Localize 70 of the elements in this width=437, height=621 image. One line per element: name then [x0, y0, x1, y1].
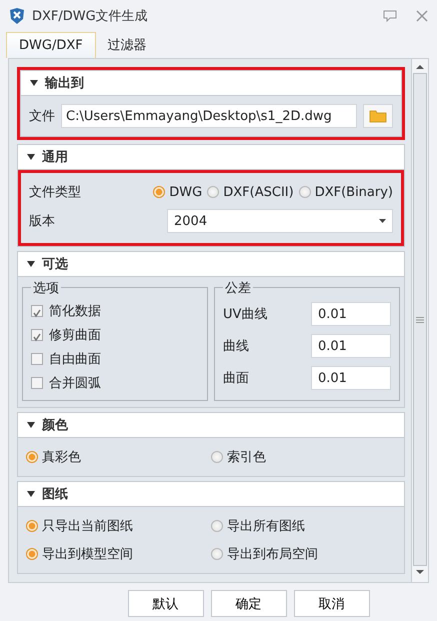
radio-button[interactable]: [26, 451, 38, 463]
tab[interactable]: 过滤器: [96, 32, 159, 58]
group-title: 公差: [223, 279, 253, 297]
tolerance-field[interactable]: 0.01: [311, 334, 391, 358]
section-header[interactable]: 输出到: [21, 71, 401, 96]
checkbox[interactable]: [31, 329, 43, 341]
dialog-button[interactable]: 取消: [294, 590, 370, 617]
window-title: DXF/DWG文件生成: [32, 8, 149, 25]
radio-label: 真彩色: [42, 449, 81, 466]
section-title: 图纸: [42, 486, 68, 503]
expand-icon[interactable]: [26, 489, 36, 499]
radio-label: DXF(ASCII): [223, 184, 294, 200]
close-icon[interactable]: [415, 9, 429, 23]
scroll-up-icon[interactable]: [415, 63, 425, 71]
folder-icon: [369, 109, 387, 123]
checkbox-label: 修剪曲面: [49, 327, 101, 344]
dialog-button[interactable]: 默认: [128, 590, 204, 617]
app-icon: [8, 7, 26, 25]
checkbox[interactable]: [31, 305, 43, 317]
grip-icon: [416, 316, 424, 322]
radio-label: 导出所有图纸: [227, 518, 305, 535]
dialog-button[interactable]: 确定: [210, 590, 286, 617]
scrollbar-thumb[interactable]: [413, 73, 427, 566]
radio-label: DXF(Binary): [314, 184, 393, 200]
browse-button[interactable]: [363, 104, 393, 128]
checkbox[interactable]: [31, 353, 43, 365]
file-path-field[interactable]: C:\Users\Emmayang\Desktop\s1_2D.dwg: [61, 104, 357, 128]
checkbox-label: 简化数据: [49, 303, 101, 320]
field-label: 文件类型: [29, 184, 81, 201]
radio-button[interactable]: [26, 520, 38, 532]
expand-icon[interactable]: [29, 78, 39, 88]
group-title: 选项: [31, 279, 61, 297]
tolerance-field[interactable]: 0.01: [311, 366, 391, 390]
radio-label: 只导出当前图纸: [42, 518, 133, 535]
radio-button[interactable]: [207, 186, 220, 198]
radio-button[interactable]: [153, 186, 166, 198]
section-header[interactable]: 通用: [18, 145, 404, 170]
field-label: 曲面: [223, 370, 249, 387]
radio-button[interactable]: [211, 451, 223, 463]
radio-button[interactable]: [211, 520, 223, 532]
tolerance-field[interactable]: 0.01: [311, 302, 391, 326]
radio-button[interactable]: [211, 548, 223, 560]
scroll-down-icon[interactable]: [415, 568, 425, 576]
section-title: 通用: [42, 149, 68, 166]
checkbox-label: 自由曲面: [49, 351, 101, 368]
checkbox[interactable]: [31, 377, 43, 389]
expand-icon[interactable]: [26, 152, 36, 162]
section-title: 可选: [42, 256, 68, 273]
radio-label: DWG: [169, 184, 202, 200]
field-label: 曲线: [223, 338, 249, 355]
tab[interactable]: DWG/DXF: [6, 32, 96, 58]
field-label: UV曲线: [223, 306, 268, 323]
checkbox-label: 合并圆弧: [49, 375, 101, 392]
field-label: 文件: [29, 108, 55, 125]
radio-label: 导出到布局空间: [227, 546, 318, 563]
speech-bubble-icon[interactable]: [383, 10, 397, 22]
dropdown-arrow-icon: [379, 219, 386, 223]
version-dropdown[interactable]: 2004: [167, 209, 393, 233]
expand-icon[interactable]: [26, 259, 36, 269]
radio-label: 导出到模型空间: [42, 546, 133, 563]
radio-button[interactable]: [298, 186, 311, 198]
expand-icon[interactable]: [26, 420, 36, 430]
section-title: 输出到: [45, 75, 84, 92]
section-header[interactable]: 图纸: [18, 482, 404, 507]
radio-label: 索引色: [227, 449, 266, 466]
section-header[interactable]: 可选: [18, 252, 404, 277]
section-title: 颜色: [42, 416, 68, 434]
field-label: 版本: [29, 213, 56, 230]
radio-button[interactable]: [26, 548, 38, 560]
section-header[interactable]: 颜色: [18, 413, 404, 438]
